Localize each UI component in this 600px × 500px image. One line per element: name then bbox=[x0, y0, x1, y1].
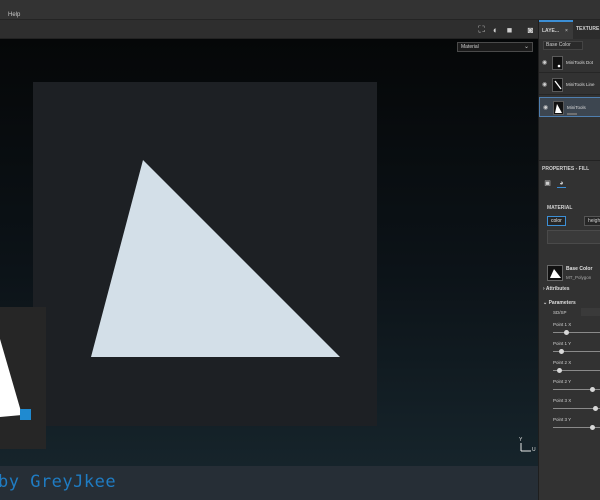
thumbnail-triangle bbox=[0, 339, 22, 417]
material-mode-label: Material bbox=[461, 44, 479, 50]
triangle-polygon bbox=[91, 160, 340, 357]
menu-help[interactable]: Help bbox=[8, 12, 20, 18]
param-slider[interactable] bbox=[553, 330, 600, 335]
parameters-label: Parameters bbox=[548, 300, 576, 306]
properties-header: PROPERTIES - FILL bbox=[539, 160, 600, 176]
3d-viewport[interactable]: Material ⌄ Y U bbox=[0, 39, 538, 466]
base-color-title: Base Color bbox=[566, 266, 593, 272]
attributes-section[interactable]: › Attributes bbox=[543, 286, 570, 292]
layer-thumbnail bbox=[552, 56, 563, 70]
channel-select[interactable]: Base Color bbox=[543, 41, 583, 50]
layer-name: MiniTools bbox=[567, 105, 586, 110]
layer-thumbnail bbox=[553, 101, 564, 115]
param-label: Point 3 X bbox=[553, 398, 572, 403]
material-sphere-icon[interactable]: ◕ bbox=[557, 179, 566, 188]
layer-row[interactable]: ◉ MiniTools Line bbox=[539, 75, 600, 95]
tab-layers-label: LAYE... bbox=[542, 28, 560, 34]
camera-video-icon[interactable]: ■ bbox=[504, 24, 515, 35]
material-section-title: MATERIAL bbox=[547, 205, 573, 211]
slider-knob[interactable] bbox=[556, 368, 562, 373]
thumbnail-handle bbox=[20, 409, 31, 420]
screenshot-camera-icon[interactable]: ◙ bbox=[525, 24, 536, 35]
chevron-down-icon: ⌄ bbox=[523, 44, 529, 50]
right-panel: LAYE... × TEXTURE S Base Color ◉ MiniToo… bbox=[538, 20, 600, 500]
triangle-shape-view bbox=[91, 160, 340, 357]
layer-row[interactable]: ◉ MiniTools Dot bbox=[539, 53, 600, 73]
texture-canvas[interactable] bbox=[33, 82, 377, 426]
texture-preview-thumbnail bbox=[0, 307, 46, 449]
axis-y-label: Y bbox=[519, 437, 523, 443]
layer-thumb-triangle bbox=[555, 104, 562, 113]
layer-row-selected[interactable]: ◉ MiniTools bbox=[539, 97, 600, 117]
param-label: Point 2 Y bbox=[553, 379, 572, 384]
axis-u-label: U bbox=[532, 447, 536, 453]
param-label: Point 1 Y bbox=[553, 341, 572, 346]
chevron-right-icon: › bbox=[543, 286, 545, 292]
attributes-label: Attributes bbox=[545, 286, 570, 292]
param-label: Point 3 Y bbox=[553, 417, 572, 422]
layer-mask-indicator bbox=[567, 113, 577, 115]
layer-name: MiniTools Dot bbox=[566, 60, 594, 65]
eye-icon[interactable]: ◉ bbox=[542, 59, 547, 66]
eye-icon[interactable]: ◉ bbox=[542, 81, 547, 88]
param-slider[interactable] bbox=[553, 349, 600, 354]
param-slider[interactable] bbox=[553, 425, 600, 430]
param-label: Point 1 X bbox=[553, 322, 572, 327]
slider-knob[interactable] bbox=[559, 349, 565, 354]
material-field[interactable] bbox=[547, 230, 600, 244]
channel-chip-color[interactable]: color bbox=[547, 216, 566, 226]
menu-bar: Help bbox=[0, 0, 600, 20]
fit-view-icon[interactable]: ⛶ bbox=[476, 24, 487, 35]
param-slider[interactable] bbox=[553, 406, 600, 411]
layer-name: MiniTools Line bbox=[566, 82, 595, 87]
eye-icon[interactable]: ◉ bbox=[543, 104, 548, 111]
base-color-thumbnail[interactable] bbox=[547, 265, 563, 281]
material-mode-select[interactable]: Material ⌄ bbox=[457, 42, 533, 52]
thumbnail-graphic bbox=[0, 339, 31, 420]
environment-icon[interactable]: ◐ bbox=[490, 24, 501, 35]
tab-texture-set[interactable]: TEXTURE S bbox=[573, 20, 600, 51]
slider-knob[interactable] bbox=[564, 330, 570, 335]
layer-thumb-line bbox=[554, 80, 562, 90]
slider-knob[interactable] bbox=[590, 387, 596, 392]
base-color-thumb-graphic bbox=[550, 269, 561, 278]
parameters-section[interactable]: ⌄ Parameters bbox=[543, 300, 576, 306]
close-icon[interactable]: × bbox=[565, 22, 568, 41]
param-slider[interactable] bbox=[553, 368, 600, 373]
layer-thumb-dot bbox=[557, 64, 561, 68]
fill-settings-icon[interactable]: ▣ bbox=[543, 179, 552, 188]
axis-gizmo: Y U bbox=[516, 437, 536, 457]
channel-chip-height[interactable]: height bbox=[584, 216, 600, 226]
sdsp-label: SD/SP bbox=[553, 310, 567, 315]
chevron-down-icon: ⌄ bbox=[543, 300, 548, 306]
viewport-toolbar: ⛶ ◐ ■ ◙ bbox=[0, 20, 538, 39]
layer-thumbnail bbox=[552, 78, 563, 92]
watermark-text: by GreyJkee bbox=[0, 472, 117, 492]
param-label: Point 2 X bbox=[553, 360, 572, 365]
param-slider[interactable] bbox=[553, 387, 600, 392]
base-color-resource: MT_Polygon bbox=[566, 275, 592, 280]
slider-knob[interactable] bbox=[590, 425, 596, 430]
tab-layers[interactable]: LAYE... × bbox=[539, 20, 573, 39]
sdsp-field[interactable] bbox=[581, 308, 600, 316]
slider-knob[interactable] bbox=[592, 406, 598, 411]
